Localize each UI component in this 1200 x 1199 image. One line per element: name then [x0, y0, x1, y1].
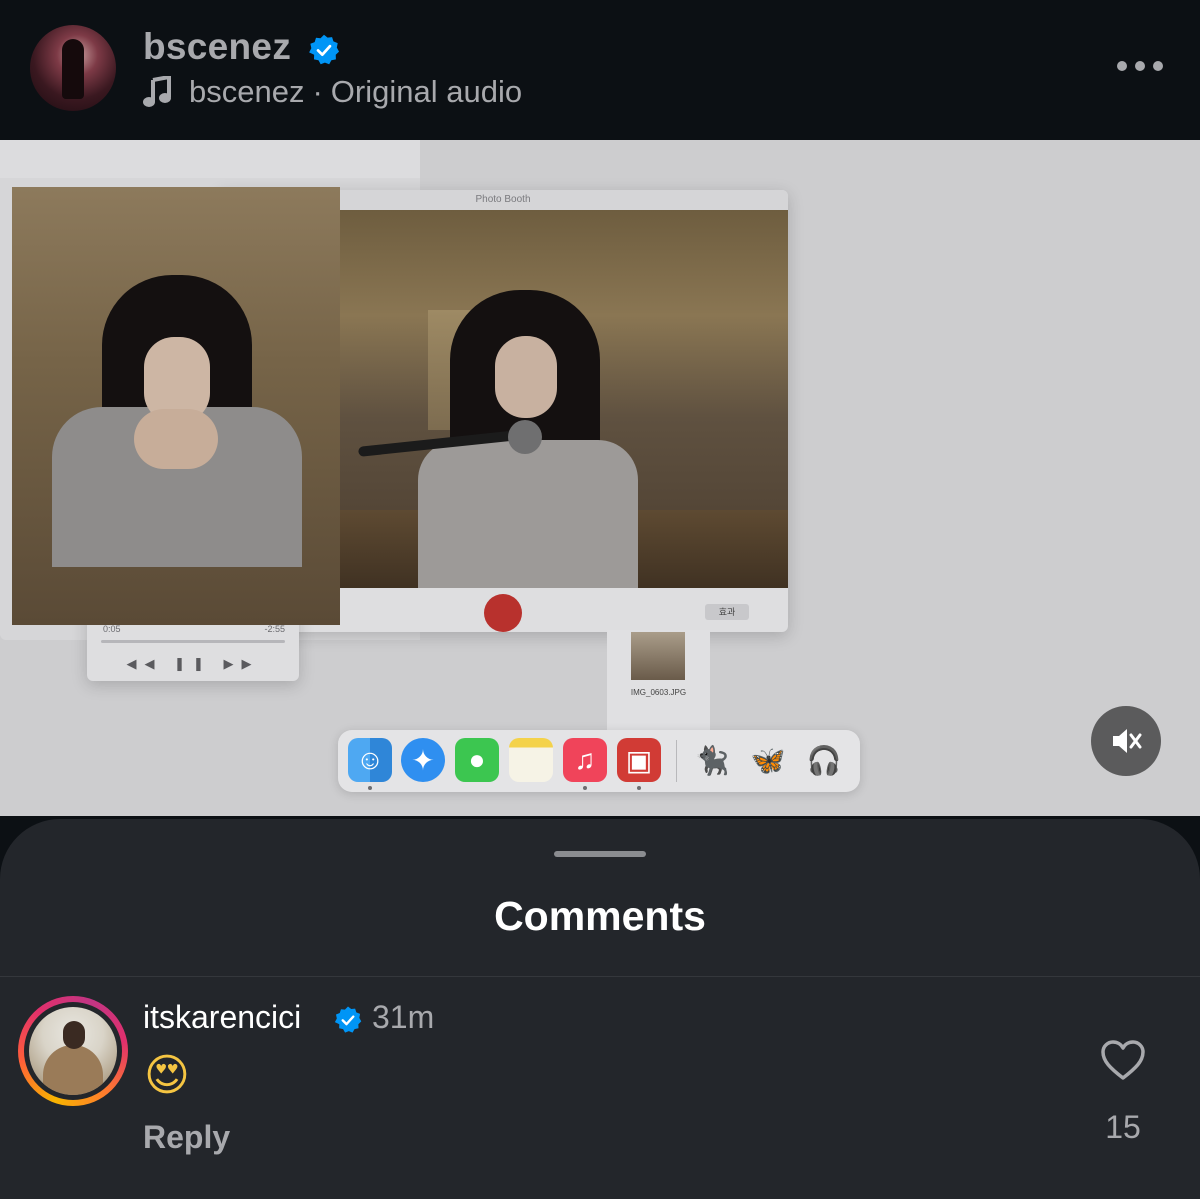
camera-shutter-icon	[484, 594, 522, 632]
music-note-icon	[143, 76, 171, 107]
safari-icon: ✦	[401, 738, 445, 782]
file-thumbnail: IMG_0603.JPG	[607, 630, 710, 730]
notes-icon	[509, 738, 553, 782]
original-audio-link[interactable]: bscenez · Original audio	[143, 74, 522, 110]
comment-timestamp: 31m	[372, 999, 435, 1035]
butterfly-emoji-icon: 🦋	[750, 744, 786, 776]
reel-video[interactable]: Photo Booth 효과 0:05 -2:55 ◀◀ ❚❚ ▶▶ IMG_0…	[0, 140, 1200, 816]
heart-icon[interactable]	[1100, 1039, 1146, 1081]
verified-badge-icon	[309, 34, 340, 65]
comment-username[interactable]: itskarencici	[143, 999, 301, 1036]
music-transport-icons: ◀◀ ❚❚ ▶▶	[126, 656, 260, 671]
post-header: bscenez bscenez · Original audio	[0, 0, 1200, 140]
music-remaining-time: -2:55	[264, 624, 285, 634]
music-progress-bar	[101, 640, 285, 643]
verified-badge-icon	[334, 1006, 362, 1033]
profile-avatar[interactable]	[30, 25, 116, 111]
more-options-icon[interactable]	[1117, 61, 1163, 71]
preview-image	[12, 187, 340, 625]
thumbnail-filename: IMG_0603.JPG	[630, 688, 687, 697]
photobooth-icon: ▣	[617, 738, 661, 782]
post-username[interactable]: bscenez	[143, 26, 291, 68]
reply-button[interactable]: Reply	[143, 1119, 230, 1156]
music-player-controls: 0:05 -2:55 ◀◀ ❚❚ ▶▶	[87, 616, 299, 681]
speaker-muted-icon	[1113, 729, 1142, 753]
comment-text: 😍	[144, 1051, 190, 1100]
sheet-drag-handle[interactable]	[554, 851, 646, 857]
cat-emoji-icon: 🐈‍⬛	[694, 744, 730, 776]
audio-separator: ·	[312, 74, 323, 109]
audio-owner: bscenez	[189, 74, 305, 109]
messages-icon: ●	[455, 738, 499, 782]
photobooth-effects-button: 효과	[705, 604, 749, 620]
macos-dock: ☺ ✦ ● ♫ ▣ 🐈‍⬛ 🦋 🎧	[338, 730, 860, 792]
preview-toolbar	[0, 140, 420, 178]
finder-icon: ☺	[348, 738, 392, 782]
comments-sheet: Comments itskarencici 31m 😍 Reply 15	[0, 819, 1200, 1199]
sheet-divider	[0, 976, 1200, 977]
music-icon: ♫	[563, 738, 607, 782]
comment-avatar[interactable]	[18, 996, 128, 1106]
mute-toggle-button[interactable]	[1091, 706, 1161, 776]
comments-title: Comments	[494, 893, 706, 939]
headphones-emoji-icon: 🎧	[806, 744, 842, 776]
photobooth-title: Photo Booth	[475, 194, 531, 205]
music-elapsed-time: 0:05	[103, 624, 121, 634]
audio-label: Original audio	[330, 74, 523, 109]
like-count: 15	[1105, 1109, 1141, 1145]
